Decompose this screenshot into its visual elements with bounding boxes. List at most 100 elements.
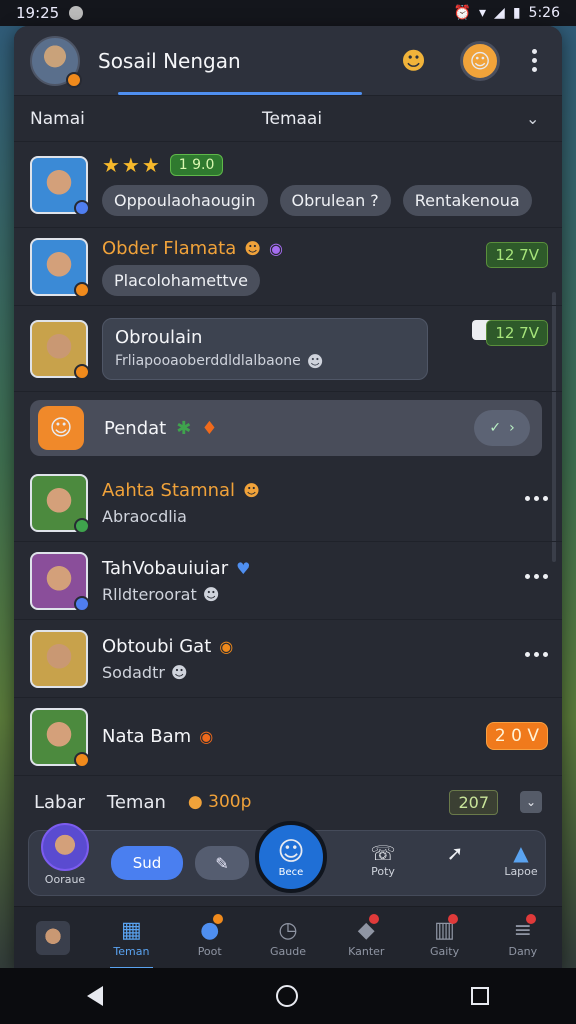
home-icon[interactable] <box>275 985 298 1007</box>
call-label: Poty <box>371 865 395 878</box>
tag-chip[interactable]: Obrulean ? <box>279 185 391 216</box>
fire-icon: ♦ <box>201 417 218 439</box>
more-options-icon[interactable] <box>525 652 548 657</box>
accept-button[interactable]: ✓ › <box>474 410 530 446</box>
tag-chip[interactable]: Oppoulaohaougin <box>102 185 268 216</box>
purple-badge-icon: ◉ <box>268 238 283 258</box>
avatar <box>41 822 89 871</box>
app-title: Sosail Nengan <box>98 48 241 73</box>
teman-label: Teman <box>106 791 166 813</box>
action-bar: Ooraue Sud ✎ ☺ Bece ☏ Poty ➚ ▲ Lapoe <box>28 821 549 896</box>
avatar <box>30 551 90 612</box>
list-item[interactable]: Obtoubi Gat ◉ Sodadtr ☻ <box>14 620 562 698</box>
list-item[interactable]: TahVobauiuiar ♥ Rlldteroorat ☻ <box>14 542 562 620</box>
app-header: Sosail Nengan ☻ ☺ <box>14 26 562 96</box>
status-dot-icon <box>74 517 90 534</box>
heart-icon: ♥ <box>236 558 251 578</box>
chevron-down-icon[interactable]: ⌄ <box>520 791 542 813</box>
battery-icon: ▮ <box>512 5 521 21</box>
status-dot-icon <box>74 363 90 380</box>
list-item[interactable]: Aahta Stamnal ☻ Abraocdlia <box>14 464 562 542</box>
message-bubble: Obroulain Frliapooaoberddldlalbaone ☻ <box>102 317 428 380</box>
emoji-icon[interactable]: ☻ <box>401 47 426 75</box>
chevron-down-icon[interactable]: ⌄ <box>526 109 546 128</box>
highlight-name: Pendat <box>104 417 167 439</box>
more-options-icon[interactable] <box>522 49 546 72</box>
status-time-right: 5:26 <box>528 5 560 21</box>
friend-status: Sodadtr <box>102 662 165 682</box>
nav-profile[interactable] <box>14 920 92 955</box>
friend-name: Obder Flamata <box>102 237 237 259</box>
list-item[interactable]: Obder Flamata ☻ ◉ Placolohamettve 12 7V <box>14 228 562 306</box>
share-icon: ➚ <box>446 841 464 865</box>
friends-icon: ▦ <box>121 917 142 943</box>
coin-icon: ● <box>187 792 203 812</box>
status-dot-icon <box>74 751 90 768</box>
more-options-icon[interactable] <box>525 496 548 501</box>
filter-mid-label[interactable]: Temaai <box>262 109 526 129</box>
list-item[interactable]: Obroulain Frliapooaoberddldlalbaone ☻ 12 … <box>14 306 562 392</box>
filter-left-label[interactable]: Namai <box>30 109 262 129</box>
message-text: Frliapooaoberddldlalbaone <box>115 353 301 369</box>
nav-kanter[interactable]: ◆ Kanter <box>327 913 405 958</box>
emoji-icon: ☻ <box>202 584 220 604</box>
compass-icon: ▲ <box>513 841 529 865</box>
avatar <box>30 237 90 298</box>
center-action-button[interactable]: ☺ Bece <box>255 821 327 893</box>
my-avatar[interactable]: Ooraue <box>39 822 91 886</box>
alarm-icon: ⏰ <box>453 5 472 21</box>
back-icon[interactable] <box>86 986 103 1006</box>
status-dot-icon <box>74 595 90 612</box>
active-tab-indicator <box>118 92 362 95</box>
nav-post[interactable]: ● Poot <box>171 913 249 958</box>
friend-name: Nata Bam <box>102 726 192 747</box>
rating-stars: ★★★ <box>102 153 162 177</box>
check-badge-icon: ◉ <box>199 727 214 746</box>
labar-label: Labar <box>34 791 85 813</box>
badge-icon: ◉ <box>219 636 234 656</box>
check-icon: ✓ <box>489 420 502 436</box>
explore-button[interactable]: ▲ Lapoe <box>493 841 549 878</box>
verified-badge-icon <box>66 71 82 88</box>
list-item[interactable]: ★★★ 1 9.0 Oppoulaohaougin Obrulean ? Ren… <box>14 142 562 228</box>
avatar <box>30 155 90 216</box>
leaf-icon: ✱ <box>176 417 192 439</box>
coin-count: 300p <box>208 792 252 812</box>
avatar <box>30 473 90 534</box>
emoji-icon: ☻ <box>306 351 324 371</box>
user-avatar[interactable] <box>30 35 82 88</box>
score-badge: 1 9.0 <box>169 154 224 176</box>
friend-name: Obtoubi Gat <box>102 635 212 657</box>
call-button[interactable]: ☏ Poty <box>355 841 411 878</box>
friend-name: Obroulain <box>115 326 203 348</box>
level-badge: 12 7V <box>486 320 548 346</box>
avatar <box>36 920 71 955</box>
explore-label: Lapoe <box>504 865 538 878</box>
center-label: Bece <box>278 866 304 878</box>
level-badge: 2 0 V <box>485 722 548 750</box>
edit-button[interactable]: ✎ <box>195 846 249 880</box>
sud-button[interactable]: Sud <box>111 846 183 880</box>
status-dot-icon <box>74 281 90 298</box>
profile-button[interactable]: ☺ <box>460 40 500 81</box>
bottom-navigation: ▦ Teman ● Poot ◷ Gaude ◆ Kanter ▥ Gaity ≡ Dany <box>14 906 562 970</box>
nav-teman[interactable]: ▦ Teman <box>92 917 170 970</box>
system-navigation <box>0 968 576 1024</box>
emoji-icon: ☻ <box>170 662 188 682</box>
clown-icon: ☺ <box>38 406 84 450</box>
emoji-icon: ☻ <box>244 238 261 258</box>
status-dot-icon <box>74 199 90 216</box>
wifi-icon: ▾ <box>479 5 487 21</box>
recents-icon[interactable] <box>471 987 490 1005</box>
list-item[interactable]: Nata Bam ◉ 2 0 V <box>14 698 562 776</box>
status-time: 19:25 <box>16 4 60 22</box>
nav-gaity[interactable]: ▥ Gaity <box>405 913 483 958</box>
nav-gaude[interactable]: ◷ Gaude <box>249 918 327 958</box>
share-button[interactable]: ➚ <box>427 841 483 865</box>
tag-chip[interactable]: Rentakenoua <box>402 185 532 216</box>
nav-dany[interactable]: ≡ Dany <box>484 913 562 958</box>
more-options-icon[interactable] <box>525 574 548 579</box>
highlighted-item[interactable]: ☺ Pendat ✱ ♦ ✓ › <box>30 400 542 456</box>
friend-status: Abraocdlia <box>102 506 187 526</box>
count-pill: 207 <box>449 789 498 815</box>
